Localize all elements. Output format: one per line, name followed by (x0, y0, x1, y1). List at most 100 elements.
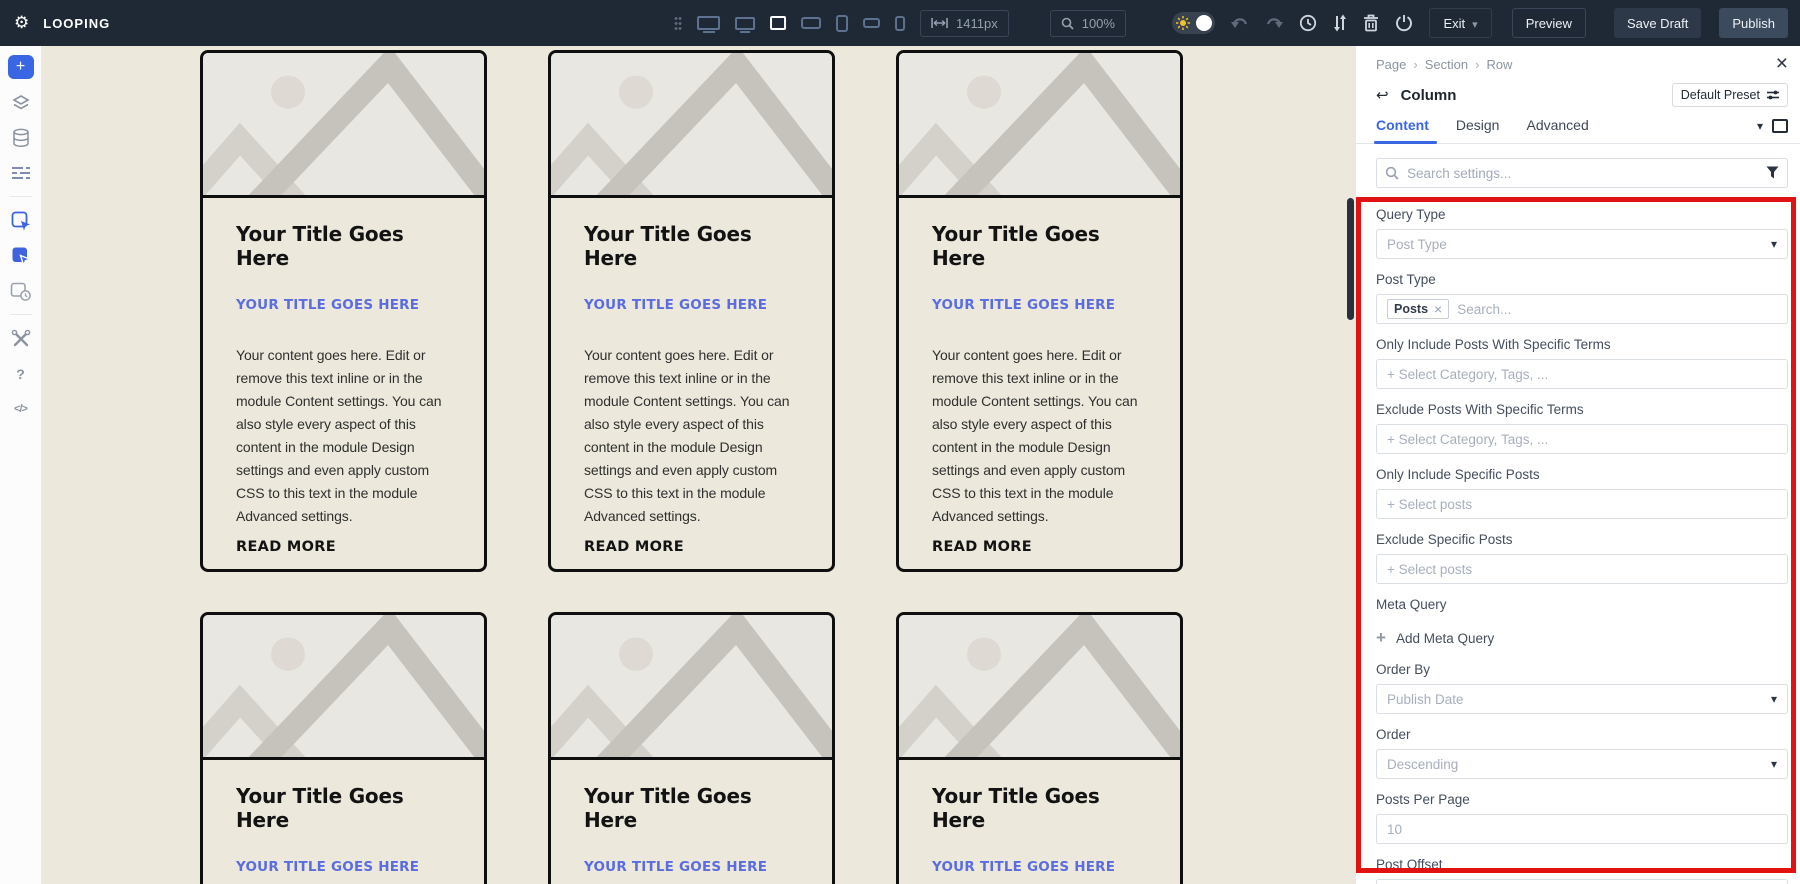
breakpoint-mobile-landscape-icon[interactable] (863, 18, 880, 28)
tab-content[interactable]: Content (1376, 117, 1429, 143)
breakpoint-tablet-portrait-icon[interactable] (836, 15, 848, 32)
filter-funnel-icon[interactable] (1766, 166, 1779, 179)
database-dynamic-data-icon[interactable] (9, 127, 33, 149)
add-element-button[interactable]: + (8, 55, 34, 79)
card-text[interactable]: Your content goes here. Edit or remove t… (584, 344, 802, 528)
close-panel-icon[interactable] (1776, 55, 1788, 73)
breadcrumb-row[interactable]: Row (1486, 57, 1512, 72)
card-subtitle[interactable]: YOUR TITLE GOES HERE (236, 859, 454, 875)
read-more-link[interactable]: READ MORE (584, 539, 684, 555)
layers-structure-icon[interactable] (9, 92, 33, 114)
tag-chip[interactable]: Posts (1387, 299, 1449, 319)
sliders-icon (1767, 90, 1779, 100)
breadcrumb-page[interactable]: Page (1376, 57, 1406, 72)
read-more-link[interactable]: READ MORE (932, 539, 1032, 555)
help-icon[interactable]: ? (9, 363, 33, 385)
only-include-specific-posts-input[interactable]: + Select posts (1376, 489, 1788, 519)
card-title[interactable]: Your Title Goes Here (236, 784, 454, 832)
posts-per-page-input[interactable]: 10 (1376, 814, 1788, 844)
field-label: Post Offset (1376, 856, 1788, 873)
chevron-down-icon[interactable] (1757, 117, 1763, 135)
add-meta-query-button[interactable]: Add Meta Query (1376, 627, 1494, 649)
preview-button[interactable]: Preview (1512, 8, 1586, 38)
tab-advanced[interactable]: Advanced (1526, 117, 1588, 143)
card-title[interactable]: Your Title Goes Here (584, 784, 802, 832)
card-subtitle[interactable]: YOUR TITLE GOES HERE (932, 859, 1150, 875)
card-title[interactable]: Your Title Goes Here (236, 222, 454, 270)
field-meta-query: Meta Query (1376, 596, 1788, 613)
topbar: LOOPING 1411px 100% (0, 0, 1800, 46)
post-type-input[interactable]: PostsSearch... (1376, 294, 1788, 324)
history-clock-icon[interactable] (1299, 14, 1317, 32)
breakpoint-mobile-portrait-icon[interactable] (895, 16, 905, 31)
drag-handle-icon[interactable] (674, 16, 682, 31)
card-title[interactable]: Your Title Goes Here (584, 222, 802, 270)
panel-scrollbar-thumb[interactable] (1347, 198, 1354, 320)
image-placeholder[interactable] (551, 615, 832, 760)
post-card[interactable]: Your Title Goes Here YOUR TITLE GOES HER… (200, 50, 487, 572)
remove-tag-icon[interactable] (1434, 301, 1442, 317)
field-label: Only Include Posts With Specific Terms (1376, 336, 1788, 353)
module-history-icon[interactable] (9, 280, 33, 302)
breakpoint-laptop-icon[interactable] (735, 17, 755, 30)
trash-icon[interactable] (1363, 14, 1379, 32)
image-placeholder[interactable] (899, 53, 1180, 198)
select-element-filled-icon[interactable] (9, 245, 33, 267)
card-title[interactable]: Your Title Goes Here (932, 784, 1150, 832)
card-text[interactable]: Your content goes here. Edit or remove t… (236, 344, 454, 528)
read-more-link[interactable]: READ MORE (236, 539, 336, 555)
undo-button[interactable] (1231, 17, 1249, 30)
exit-button[interactable]: Exit (1429, 8, 1491, 38)
breakpoint-base-active-icon[interactable] (770, 16, 786, 30)
zoom-level-display[interactable]: 100% (1050, 10, 1126, 37)
card-subtitle[interactable]: YOUR TITLE GOES HERE (584, 859, 802, 875)
select-value: Publish Date (1387, 692, 1464, 707)
post-offset-input[interactable] (1376, 879, 1788, 884)
search-settings-input[interactable] (1376, 158, 1788, 188)
select-element-outline-icon[interactable] (9, 210, 33, 232)
exclude-specific-posts-input[interactable]: + Select posts (1376, 554, 1788, 584)
card-subtitle[interactable]: YOUR TITLE GOES HERE (932, 297, 1150, 313)
input-placeholder: + Select Category, Tags, ... (1387, 432, 1548, 447)
back-arrow-icon[interactable] (1376, 86, 1389, 105)
tools-wrench-icon[interactable] (9, 328, 33, 350)
order-select[interactable]: Descending (1376, 749, 1788, 779)
breakpoint-tablet-landscape-icon[interactable] (801, 17, 821, 29)
publish-button[interactable]: Publish (1719, 8, 1788, 38)
builder-settings-gear-icon[interactable] (14, 13, 29, 33)
power-icon[interactable] (1395, 14, 1413, 32)
code-icon[interactable]: </> (9, 398, 33, 420)
sort-arrows-icon[interactable] (1333, 14, 1347, 32)
image-placeholder[interactable] (203, 615, 484, 760)
redo-button[interactable] (1265, 17, 1283, 30)
default-preset-button[interactable]: Default Preset (1672, 83, 1788, 107)
theme-toggle[interactable] (1172, 12, 1215, 34)
card-text[interactable]: Your content goes here. Edit or remove t… (932, 344, 1150, 528)
breadcrumb-section[interactable]: Section (1425, 57, 1468, 72)
image-placeholder[interactable] (551, 53, 832, 198)
query-type-select[interactable]: Post Type (1376, 229, 1788, 259)
card-subtitle[interactable]: YOUR TITLE GOES HERE (584, 297, 802, 313)
post-card[interactable]: Your Title Goes Here YOUR TITLE GOES HER… (200, 612, 487, 884)
exclude-posts-with-specific-terms-input[interactable]: + Select Category, Tags, ... (1376, 424, 1788, 454)
post-card[interactable]: Your Title Goes Here YOUR TITLE GOES HER… (896, 612, 1183, 884)
post-card[interactable]: Your Title Goes Here YOUR TITLE GOES HER… (548, 612, 835, 884)
post-card[interactable]: Your Title Goes Here YOUR TITLE GOES HER… (896, 50, 1183, 572)
wireframe-view-icon[interactable] (1772, 119, 1788, 133)
tab-design[interactable]: Design (1456, 117, 1500, 143)
settings-list-icon[interactable] (9, 162, 33, 184)
mountains-sun-icon (551, 53, 832, 195)
save-draft-button[interactable]: Save Draft (1614, 8, 1701, 38)
input-value: 10 (1387, 822, 1402, 837)
card-subtitle[interactable]: YOUR TITLE GOES HERE (236, 297, 454, 313)
post-card[interactable]: Your Title Goes Here YOUR TITLE GOES HER… (548, 50, 835, 572)
image-placeholder[interactable] (899, 615, 1180, 760)
order-by-select[interactable]: Publish Date (1376, 684, 1788, 714)
card-title[interactable]: Your Title Goes Here (932, 222, 1150, 270)
only-include-posts-with-specific-terms-input[interactable]: + Select Category, Tags, ... (1376, 359, 1788, 389)
image-placeholder[interactable] (203, 53, 484, 198)
sidebar-divider (10, 314, 32, 315)
canvas-width-display[interactable]: 1411px (920, 10, 1009, 37)
breakpoint-desktop-icon[interactable] (697, 16, 720, 30)
card-body: Your Title Goes Here YOUR TITLE GOES HER… (899, 760, 1180, 884)
